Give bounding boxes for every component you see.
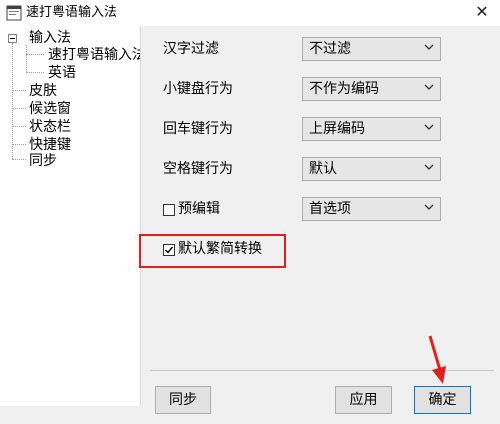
chevron-down-icon <box>424 124 434 130</box>
chevron-down-icon <box>424 84 434 90</box>
tree-item-skin[interactable]: 皮肤 <box>29 82 57 100</box>
collapse-icon[interactable] <box>8 34 17 43</box>
keypad-behavior-value: 不作为编码 <box>309 81 379 97</box>
pre-edit-label: 预编辑 <box>178 201 220 217</box>
keypad-behavior-select[interactable]: 不作为编码 <box>302 77 441 101</box>
tree-line <box>12 108 26 109</box>
chevron-down-icon <box>424 44 434 50</box>
enter-behavior-value: 上屏编码 <box>309 121 365 137</box>
hanzi-filter-select[interactable]: 不过滤 <box>302 37 441 61</box>
pre-edit-checkbox[interactable] <box>163 204 175 216</box>
tree-line <box>26 72 44 73</box>
chevron-down-icon <box>424 164 434 170</box>
tree-line <box>12 43 13 159</box>
hanzi-filter-value: 不过滤 <box>309 41 351 57</box>
apply-button[interactable]: 应用 <box>335 386 392 414</box>
tree-line <box>12 144 26 145</box>
settings-window: 速打粤语输入法 ✕ 输入法 速打粤语输入法 英语 皮肤 候选窗 状态栏 快捷键 … <box>0 0 500 424</box>
pre-edit-value: 首选项 <box>309 201 351 217</box>
tree-line <box>12 90 26 91</box>
pointer-arrow-icon <box>428 335 446 384</box>
space-behavior-select[interactable]: 默认 <box>302 157 441 181</box>
enter-behavior-select[interactable]: 上屏编码 <box>302 117 441 141</box>
tree-line <box>12 126 26 127</box>
highlight-box <box>139 234 286 268</box>
space-behavior-label: 空格键行为 <box>163 161 233 177</box>
tree-item-input-method[interactable]: 输入法 <box>29 29 71 47</box>
tree-line <box>12 159 26 160</box>
title-bar: 速打粤语输入法 ✕ <box>0 0 500 26</box>
enter-behavior-label: 回车键行为 <box>163 121 233 137</box>
tree-line <box>26 45 27 72</box>
pre-edit-select[interactable]: 首选项 <box>302 197 441 221</box>
close-icon[interactable]: ✕ <box>464 0 500 26</box>
space-behavior-value: 默认 <box>309 161 337 177</box>
chevron-down-icon <box>424 204 434 210</box>
tree-item-english[interactable]: 英语 <box>48 64 76 82</box>
tree-item-sync[interactable]: 同步 <box>29 152 57 170</box>
tree-item-status-bar[interactable]: 状态栏 <box>29 118 71 136</box>
tree-line <box>26 54 44 55</box>
sync-button[interactable]: 同步 <box>155 386 211 414</box>
hanzi-filter-label: 汉字过滤 <box>163 41 219 57</box>
ok-button[interactable]: 确定 <box>414 386 471 414</box>
category-tree: 输入法 速打粤语输入法 英语 皮肤 候选窗 状态栏 快捷键 同步 ◀ ▶ <box>0 26 141 406</box>
window-title: 速打粤语输入法 <box>26 5 118 20</box>
app-icon <box>6 5 22 21</box>
keypad-behavior-label: 小键盘行为 <box>163 81 233 97</box>
tree-item-candidate-window[interactable]: 候选窗 <box>29 100 71 118</box>
tree-item-sudacantonese[interactable]: 速打粤语输入法 <box>48 46 140 64</box>
